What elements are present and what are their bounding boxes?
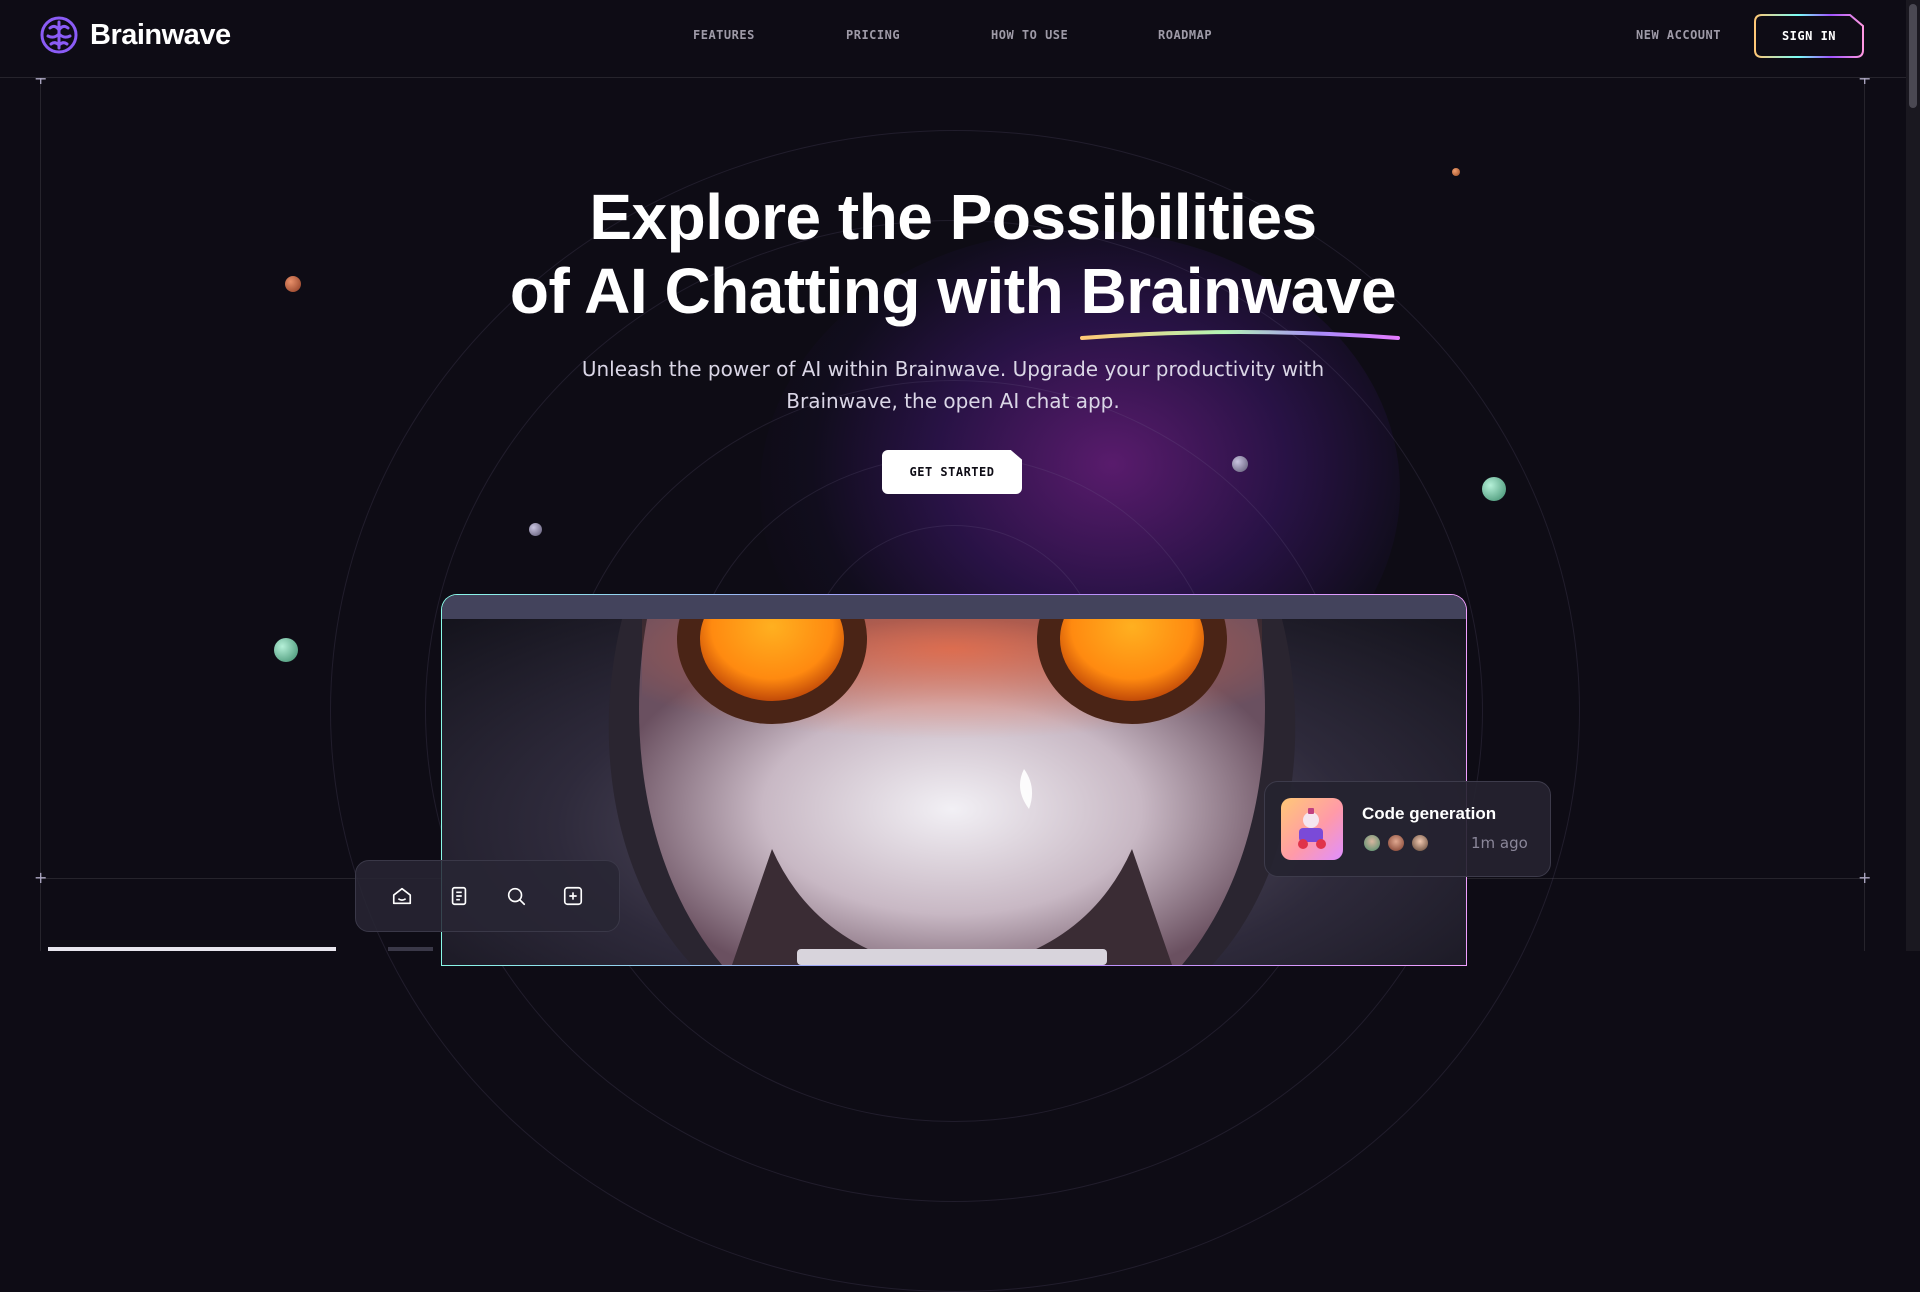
decorative-planet [1452, 168, 1460, 176]
new-account-link[interactable]: NEW ACCOUNT [1636, 28, 1721, 42]
hero-title: Explore the Possibilities of AI Chatting… [0, 180, 1906, 340]
search-icon [507, 887, 525, 906]
sign-in-button[interactable]: SIGN IN [1754, 14, 1864, 58]
hero-title-highlight-text: Brainwave [1080, 255, 1397, 327]
corner-plus-icon: + [34, 868, 48, 887]
nav-how-to-use[interactable]: HOW TO USE [991, 28, 1068, 42]
hero-title-line1: Explore the Possibilities [589, 181, 1317, 253]
highlight-underline-curve [1080, 330, 1401, 340]
nav-features[interactable]: FEATURES [693, 28, 755, 42]
get-started-button[interactable]: GET STARTED [882, 450, 1022, 494]
home-button[interactable] [388, 882, 416, 910]
notification-thumbnail [1281, 798, 1343, 860]
add-button[interactable] [559, 882, 587, 910]
hero-subtitle: Unleash the power of AI within Brainwave… [0, 353, 1906, 417]
preview-top-bar [442, 595, 1466, 619]
decorative-planet [529, 523, 542, 536]
hero-title-line2: of AI Chatting with [509, 255, 1081, 327]
corner-plus-icon: + [1858, 868, 1872, 887]
brain-logo-icon [40, 16, 78, 54]
hero-subtitle-line2: Brainwave, the open AI chat app. [786, 389, 1120, 413]
page-scrollbar[interactable] [1906, 0, 1920, 951]
decorative-planet [1482, 477, 1506, 501]
progress-strip [48, 947, 336, 951]
scrollbar-thumb[interactable] [1909, 4, 1917, 108]
brand-logo[interactable]: Brainwave [38, 14, 231, 56]
avatar [1410, 833, 1430, 853]
document-icon [451, 886, 467, 906]
notification-time: 1m ago [1471, 834, 1528, 852]
home-icon [393, 887, 412, 905]
document-button[interactable] [445, 882, 473, 910]
add-icon [563, 886, 582, 906]
robot-toy-icon [1298, 808, 1326, 849]
floating-toolbar [355, 860, 620, 932]
hero-title-highlight: Brainwave [1080, 254, 1401, 340]
decorative-planet [274, 638, 298, 662]
nav-pricing[interactable]: PRICING [846, 28, 900, 42]
hero-subtitle-line1: Unleash the power of AI within Brainwave… [581, 357, 1325, 381]
brand-name: Brainwave [90, 18, 231, 51]
notification-card[interactable]: Code generation 1m ago [1264, 781, 1551, 877]
notification-title: Code generation [1362, 804, 1497, 823]
decorative-planet [1232, 456, 1248, 472]
avatar [1362, 833, 1382, 853]
sign-in-label: SIGN IN [1781, 29, 1837, 43]
avatar [1386, 833, 1406, 853]
search-button[interactable] [502, 882, 530, 910]
nav-roadmap[interactable]: ROADMAP [1158, 28, 1212, 42]
site-header: Brainwave FEATURES PRICING HOW TO USE RO… [0, 0, 1906, 78]
progress-strip-secondary [388, 947, 433, 951]
